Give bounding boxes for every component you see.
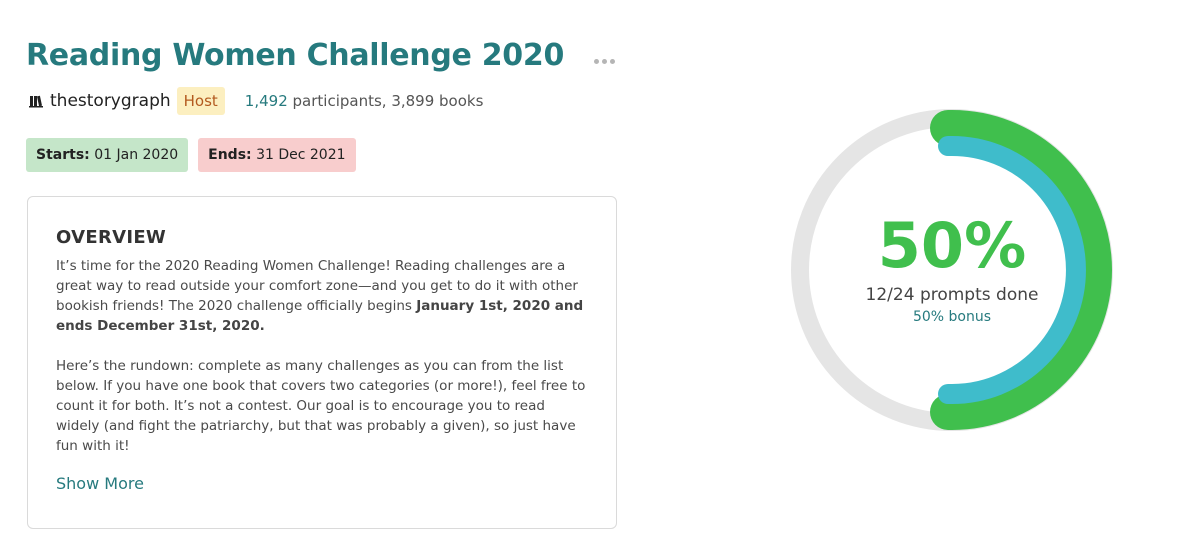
challenge-title: Reading Women Challenge 2020 [26, 38, 565, 73]
participants-count[interactable]: 1,492 [245, 92, 288, 110]
overview-paragraph-2: Here’s the rundown: complete as many cha… [56, 358, 586, 454]
stats-text: participants, 3,899 books [287, 92, 484, 110]
overview-card: OVERVIEW It’s time for the 2020 Reading … [27, 196, 617, 529]
more-options-button[interactable] [586, 52, 622, 70]
challenge-stats: 1,492 participants, 3,899 books [245, 92, 484, 110]
bonus-percent: 50% bonus [912, 309, 992, 325]
end-date-value: 31 Dec 2021 [256, 147, 346, 163]
prompts-done: 12/24 prompts done [865, 285, 1039, 305]
overview-heading: OVERVIEW [56, 227, 167, 248]
show-more-link[interactable]: Show More [56, 474, 144, 493]
progress-summary: 50% 12/24 prompts done 50% bonus [782, 100, 1122, 440]
more-horizontal-icon-dot [609, 58, 615, 64]
start-date-value: 01 Jan 2020 [94, 147, 179, 163]
end-date-label: Ends: [208, 147, 252, 163]
more-horizontal-icon-dot [601, 58, 607, 64]
challenge-dates: Starts: 01 Jan 2020 Ends: 31 Dec 2021 [26, 138, 356, 172]
end-date-badge: Ends: 31 Dec 2021 [198, 138, 356, 172]
host-name[interactable]: thestorygraph [50, 91, 171, 111]
storygraph-logo-icon [28, 93, 44, 109]
challenge-meta: thestorygraph Host 1,492 participants, 3… [28, 86, 483, 116]
start-date-label: Starts: [36, 147, 90, 163]
percent-complete: 50% [877, 209, 1027, 282]
host-badge: Host [176, 87, 225, 115]
start-date-badge: Starts: 01 Jan 2020 [26, 138, 189, 172]
more-horizontal-icon [593, 58, 599, 64]
overview-paragraph-1: It’s time for the 2020 Reading Women Cha… [56, 256, 592, 336]
